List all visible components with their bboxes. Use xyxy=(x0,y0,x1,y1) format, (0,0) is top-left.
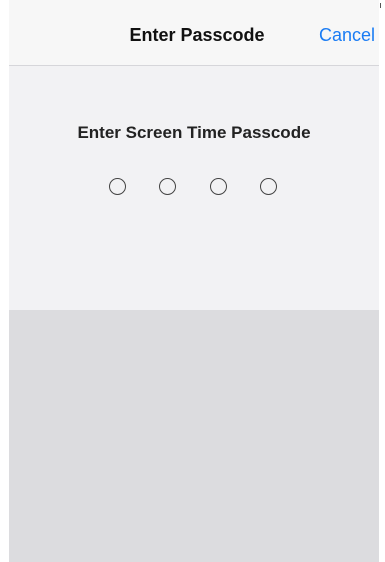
passcode-prompt: Enter Screen Time Passcode xyxy=(77,123,311,142)
passcode-dot-empty xyxy=(260,178,277,195)
passcode-dot-empty xyxy=(210,178,227,195)
passcode-dots[interactable] xyxy=(9,178,379,200)
passcode-dot-empty xyxy=(109,178,126,195)
passcode-content: Enter Screen Time Passcode xyxy=(9,66,379,310)
status-corner-mark xyxy=(380,3,384,8)
keyboard-area xyxy=(9,310,379,562)
navigation-bar: Enter Passcode Cancel xyxy=(9,0,379,66)
passcode-screen: Enter Passcode Cancel Enter Screen Time … xyxy=(9,0,379,562)
passcode-dot-empty xyxy=(159,178,176,195)
cancel-button[interactable]: Cancel xyxy=(319,24,375,46)
